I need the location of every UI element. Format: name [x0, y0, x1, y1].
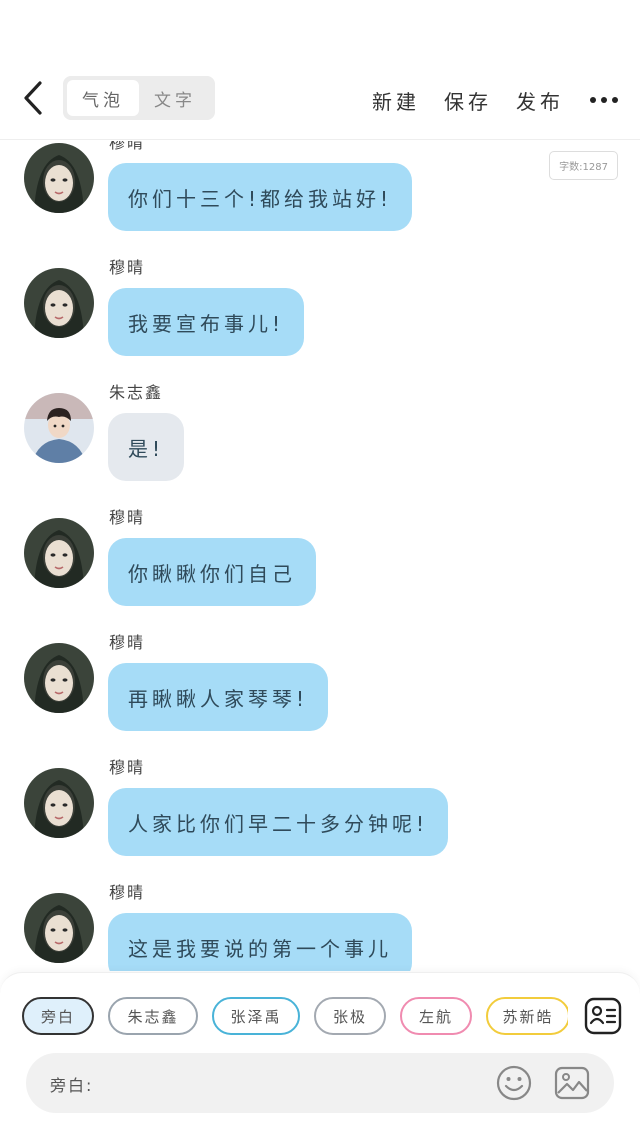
- new-button[interactable]: 新建: [372, 86, 420, 115]
- tab-text[interactable]: 文字: [139, 80, 211, 116]
- message-bubble[interactable]: 我要宣布事儿!: [108, 288, 305, 356]
- sender-name: 穆晴: [109, 508, 146, 527]
- chat-message[interactable]: 穆晴再瞅瞅人家琴琴!: [0, 633, 640, 759]
- save-button[interactable]: 保存: [444, 86, 492, 115]
- tab-bubble[interactable]: 气泡: [67, 80, 139, 116]
- avatar[interactable]: [24, 268, 94, 338]
- emoji-icon[interactable]: [496, 1065, 532, 1101]
- avatar[interactable]: [24, 143, 94, 213]
- chat-message[interactable]: 穆晴我要宣布事儿!: [0, 258, 640, 384]
- back-arrow-icon: [24, 81, 42, 115]
- message-input[interactable]: [96, 1067, 486, 1099]
- sender-name: 穆晴: [109, 883, 146, 902]
- character-chip[interactable]: 朱志鑫: [108, 997, 198, 1035]
- chat-message[interactable]: 朱志鑫是!: [0, 383, 640, 509]
- chat-area[interactable]: 穆晴 你们十三个!都给我站好! 穆晴 我要宣布事儿! 朱志鑫 是! 穆晴 你瞅瞅…: [0, 141, 640, 971]
- message-bubble[interactable]: 人家比你们早二十多分钟呢!: [108, 788, 449, 856]
- avatar[interactable]: [24, 768, 94, 838]
- sender-name: 穆晴: [109, 258, 146, 277]
- more-dots-icon[interactable]: [590, 97, 618, 103]
- avatar[interactable]: [24, 393, 94, 463]
- message-bubble[interactable]: 是!: [108, 413, 185, 481]
- sender-name: 穆晴: [109, 141, 146, 152]
- input-speaker-label: 旁白:: [50, 1076, 94, 1095]
- sender-name: 朱志鑫: [109, 383, 164, 402]
- chat-message[interactable]: 穆晴这是我要说的第一个事儿: [0, 883, 640, 971]
- composer-panel: 旁白 朱志鑫 张泽禹 张极 左航 苏新皓 旁白:: [0, 972, 640, 1138]
- character-chip[interactable]: 旁白: [22, 997, 94, 1035]
- sender-name: 穆晴: [109, 758, 146, 777]
- message-input-bar: 旁白:: [26, 1053, 614, 1113]
- publish-button[interactable]: 发布: [516, 86, 564, 115]
- character-chip[interactable]: 苏新皓: [486, 997, 568, 1035]
- top-toolbar: 气泡 文字 新建 保存 发布: [0, 60, 640, 140]
- chat-message[interactable]: 穆晴人家比你们早二十多分钟呢!: [0, 758, 640, 884]
- word-count-badge: 字数:1287: [549, 151, 618, 180]
- avatar[interactable]: [24, 518, 94, 588]
- avatar[interactable]: [24, 893, 94, 963]
- character-chip[interactable]: 张极: [314, 997, 386, 1035]
- message-bubble[interactable]: 这是我要说的第一个事儿: [108, 913, 412, 971]
- character-chip[interactable]: 左航: [400, 997, 472, 1035]
- chat-message[interactable]: 穆晴 你瞅瞅你们自己: [0, 508, 640, 634]
- message-bubble[interactable]: 你们十三个!都给我站好!: [108, 163, 413, 231]
- mode-switch: 气泡 文字: [63, 76, 215, 120]
- character-card-icon[interactable]: [584, 997, 622, 1035]
- character-chip[interactable]: 张泽禹: [212, 997, 300, 1035]
- image-icon[interactable]: [554, 1065, 590, 1101]
- message-bubble[interactable]: 你瞅瞅你们自己: [108, 538, 316, 606]
- back-button[interactable]: [18, 80, 48, 116]
- chat-message[interactable]: 穆晴你们十三个!都给我站好!: [0, 141, 640, 259]
- message-bubble[interactable]: 再瞅瞅人家琴琴!: [108, 663, 329, 731]
- character-selector: 旁白 朱志鑫 张泽禹 张极 左航 苏新皓: [22, 997, 568, 1037]
- avatar[interactable]: [24, 643, 94, 713]
- sender-name: 穆晴: [109, 633, 146, 652]
- header-actions: 新建 保存 发布: [348, 80, 618, 120]
